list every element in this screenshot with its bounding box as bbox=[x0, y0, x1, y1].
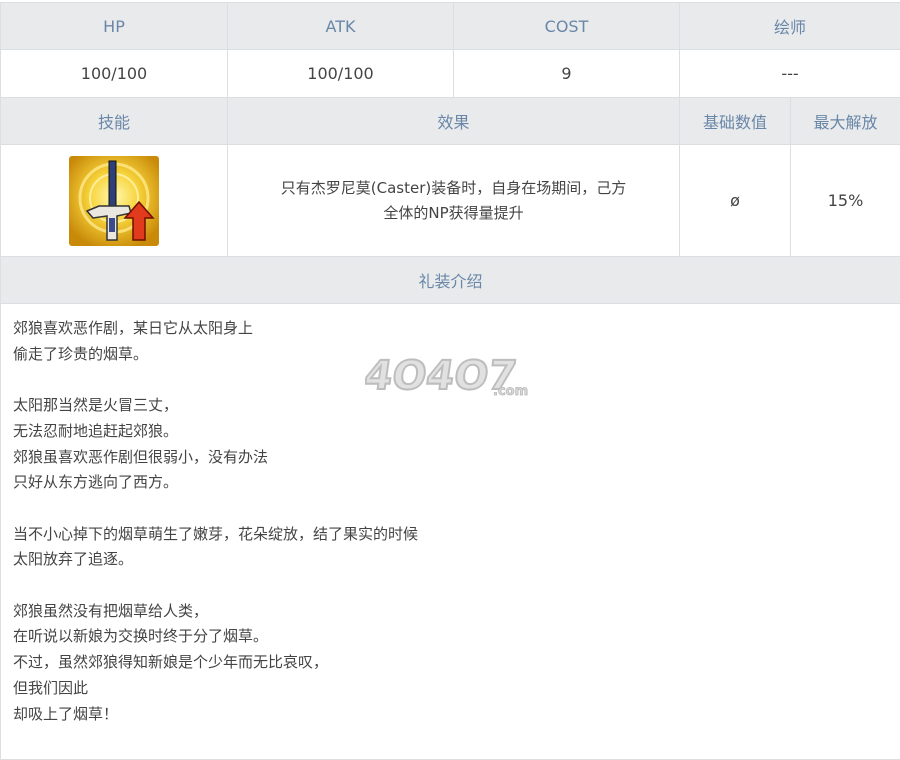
watermark-suffix: .com bbox=[493, 384, 528, 399]
skill-effect-line-1: 只有杰罗尼莫(Caster)装备时，自身在场期间，己方 bbox=[228, 176, 679, 201]
description-header-row: 礼装介绍 bbox=[1, 257, 900, 304]
np-gain-up-sword-icon bbox=[69, 156, 159, 246]
cost-value: 9 bbox=[454, 50, 680, 98]
illustrator-header: 绘师 bbox=[680, 3, 900, 50]
description-header: 礼装介绍 bbox=[1, 257, 900, 304]
stats-value-row: 100/100 100/100 9 --- bbox=[1, 50, 900, 98]
skill-row: 只有杰罗尼莫(Caster)装备时，自身在场期间，己方 全体的NP获得量提升 ø… bbox=[1, 145, 900, 257]
skill-effect-line-2: 全体的NP获得量提升 bbox=[228, 201, 679, 226]
base-value: ø bbox=[680, 145, 791, 257]
illustrator-value: --- bbox=[680, 50, 900, 98]
effect-header: 效果 bbox=[228, 98, 680, 145]
atk-value: 100/100 bbox=[228, 50, 454, 98]
max-limit-break-header: 最大解放 bbox=[791, 98, 900, 145]
watermark-logo: 4O4O7 .com bbox=[365, 345, 535, 401]
hp-value: 100/100 bbox=[1, 50, 228, 98]
skill-effect: 只有杰罗尼莫(Caster)装备时，自身在场期间，己方 全体的NP获得量提升 bbox=[228, 145, 680, 257]
description-paragraph: 太阳那当然是火冒三丈， 无法忍耐地追赶起郊狼。 郊狼虽喜欢恶作剧但很弱小，没有办… bbox=[13, 393, 888, 496]
stats-header-row: HP ATK COST 绘师 bbox=[1, 3, 900, 50]
skill-header: 技能 bbox=[1, 98, 228, 145]
cost-header: COST bbox=[454, 3, 680, 50]
atk-header: ATK bbox=[228, 3, 454, 50]
skill-icon-cell bbox=[1, 145, 228, 257]
hp-header: HP bbox=[1, 3, 228, 50]
description-paragraph: 郊狼虽然没有把烟草给人类， 在听说以新娘为交换时终于分了烟草。 不过，虽然郊狼得… bbox=[13, 599, 888, 728]
skill-header-row: 技能 效果 基础数值 最大解放 bbox=[1, 98, 900, 145]
max-value: 15% bbox=[791, 145, 900, 257]
description-paragraph: 当不小心掉下的烟草萌生了嫩芽，花朵绽放，结了果实的时候 太阳放弃了追逐。 bbox=[13, 522, 888, 573]
base-value-header: 基础数值 bbox=[680, 98, 791, 145]
